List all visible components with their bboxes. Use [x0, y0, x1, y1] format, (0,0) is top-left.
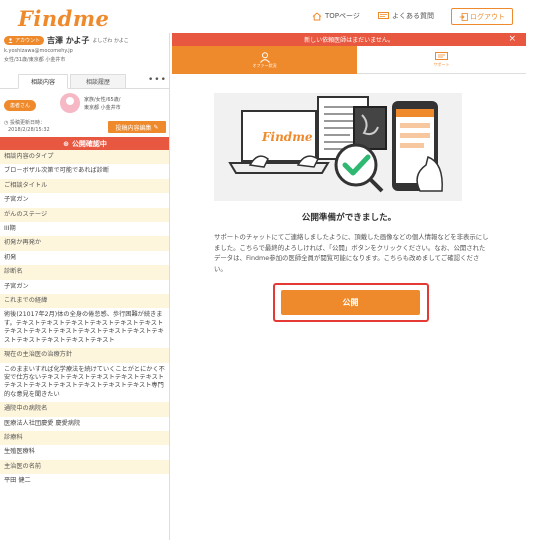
detail-value: このままいすれば化学療法を続けていくことがとにかく不安で仕方ないテキストテキスト…: [4, 365, 165, 398]
publish-illustration: Findme: [214, 93, 462, 201]
detail-heading: 現在の主治医の治療方針: [0, 348, 169, 363]
detail-heading: 初発か再発か: [0, 236, 169, 251]
tab-offer-status[interactable]: オファー状況: [172, 46, 357, 74]
status-banner: ⊛ 公開確認中: [0, 137, 169, 150]
ready-description: サポートのチャットにてご連絡しましたように、頂戴した画像などの個人情報などを非表…: [214, 233, 489, 273]
tab-history[interactable]: 相談履歴: [70, 74, 126, 89]
detail-value: 初発: [4, 253, 17, 261]
detail-value: 子宮ガン: [4, 196, 29, 204]
consultation-details: 相談内容のタイプ ブロ－ボザル次第で可能であれば診断 ご相談タイトル 子宮ガン がんのス…: [0, 150, 169, 489]
detail-heading: これまでの経緯: [0, 294, 169, 309]
edit-post-button[interactable]: 投稿内容編集 ✎: [108, 121, 166, 133]
logout-button[interactable]: ログアウト: [451, 8, 513, 25]
illustration-scene: Findme: [228, 96, 443, 193]
account-row: アカウント 吉澤 かよ子 よしざわ かよこ: [4, 35, 129, 46]
post-date-label-text: 投稿更新日時：: [9, 120, 45, 126]
logout-label: ログアウト: [470, 12, 505, 21]
ready-heading: 公開準備ができました。: [301, 213, 397, 223]
detail-heading: 通院中の病院名: [0, 402, 169, 417]
pencil-icon: ✎: [153, 123, 159, 131]
patient-info-line1: 家族/女性/65歳/: [84, 97, 121, 103]
detail-heading: 診療科: [0, 430, 169, 446]
faq-icon: [378, 12, 389, 19]
sidebar-tabs: 相談内容 相談履歴 •••: [0, 71, 169, 89]
nav-faq-label: よくある質問: [392, 12, 434, 20]
close-icon[interactable]: ×: [508, 34, 516, 44]
edit-post-label: 投稿内容編集: [115, 124, 152, 132]
user-icon: [259, 51, 270, 63]
patient-badge: 患者さん: [4, 100, 37, 111]
alert-text: 新しい依頼医師はまだいません。: [304, 37, 394, 44]
more-menu-icon[interactable]: •••: [148, 75, 167, 85]
tab-consultation[interactable]: 相談内容: [18, 74, 68, 89]
illustration-logo: Findme: [261, 130, 313, 144]
detail-value: 生殖医療科: [4, 448, 35, 456]
nav-faq-link[interactable]: よくある質問: [378, 11, 434, 21]
detail-heading: 相談内容のタイプ: [0, 150, 169, 165]
user-icon: [8, 38, 13, 43]
post-date-label: ◷ 投稿更新日時：: [4, 119, 45, 126]
detail-value: 子宮ガン: [4, 282, 29, 290]
detail-value: 平田 健二: [4, 477, 31, 485]
alert-banner: 新しい依頼医師はまだいません。 ×: [172, 33, 526, 46]
account-name: 吉澤 かよ子: [47, 36, 90, 45]
status-label: 公開確認中: [71, 139, 107, 148]
account-attributes: 女性/31歳/東京都 小金井市: [4, 57, 66, 63]
logout-icon: [459, 12, 468, 21]
detail-heading: 診断名: [0, 265, 169, 280]
nav-top-label: TOPページ: [325, 12, 360, 20]
app-header: Findme TOPページ よくある質問 ログアウト: [0, 0, 538, 33]
account-badge-label: アカウント: [15, 38, 41, 44]
home-icon: [312, 11, 322, 20]
patient-sidebar: アカウント 吉澤 かよ子 よしざわ かよこ k.yoshizawa@mocome…: [0, 33, 170, 540]
detail-value: ブロ－ボザル次第で可能であれば診断: [4, 167, 110, 175]
detail-heading: ご相談タイトル: [0, 178, 169, 194]
detail-value: III期: [4, 225, 16, 233]
account-email: k.yoshizawa@mocomehy.jp: [4, 48, 73, 54]
detail-value: 医療法人社団慶愛 慶愛病院: [4, 419, 81, 427]
tab-support[interactable]: サポート: [357, 46, 526, 74]
nav-top-link[interactable]: TOPページ: [312, 11, 360, 21]
chat-icon: [435, 51, 448, 60]
patient-info-line2: 東京都 小金井市: [84, 105, 121, 111]
account-badge[interactable]: アカウント: [4, 36, 45, 45]
account-kana: よしざわ かよこ: [92, 38, 129, 44]
findme-logo[interactable]: Findme: [18, 6, 109, 31]
tab-support-label: サポート: [433, 61, 450, 67]
clock-icon: ◷: [4, 120, 9, 126]
detail-value: 術後(21017年2月)体の全身の倦怠感、歩行困難が続きます。テキストテキストテ…: [4, 311, 164, 344]
detail-heading: がんのステージ: [0, 207, 169, 223]
avatar: [60, 93, 80, 113]
post-date: 2018/2/28/15:32: [8, 127, 50, 133]
detail-heading: 主治医の名前: [0, 459, 169, 475]
patient-info: 家族/女性/65歳/ 東京都 小金井市: [84, 96, 121, 112]
tab-offer-status-label: オファー状況: [252, 62, 277, 68]
publish-button[interactable]: 公開: [281, 290, 420, 315]
status-icon: ⊛: [63, 139, 69, 148]
